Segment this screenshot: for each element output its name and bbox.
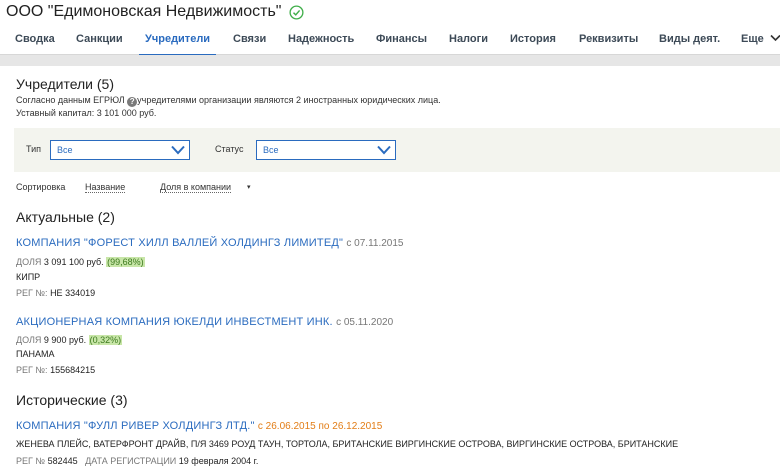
- desc-text-2: учредителями организации являются 2 инос…: [137, 95, 441, 105]
- tab-sanctions[interactable]: Санкции: [76, 26, 123, 54]
- historical-heading: Исторические (3): [16, 392, 128, 408]
- check-circle-icon: [289, 4, 305, 20]
- page-header: ООО "Едимоновская Недвижимость": [6, 2, 305, 22]
- tab-more[interactable]: Еще: [741, 26, 780, 54]
- founder-country: ПАНАМА: [16, 349, 55, 359]
- type-select[interactable]: Все: [50, 140, 190, 160]
- current-heading: Актуальные (2): [16, 209, 115, 225]
- founder-address: ЖЕНЕВА ПЛЕЙС, ВАТЕРФРОНТ ДРАЙВ, П/Я 3469…: [16, 439, 679, 449]
- founder-share: ДОЛЯ 9 900 руб. (0,32%): [16, 335, 123, 345]
- founder-name[interactable]: КОМПАНИЯ "ФУЛЛ РИВЕР ХОЛДИНГЗ ЛТД.": [16, 420, 255, 432]
- desc-text-1: Согласно данным ЕГРЮЛ: [16, 95, 125, 105]
- tab-founders[interactable]: Учредители: [138, 26, 217, 56]
- tab-bar: Сводка Санкции Учредители Связи Надежнос…: [0, 26, 780, 56]
- founders-heading: Учредители (5): [16, 76, 115, 92]
- sort-arrow-icon: ▾: [247, 184, 251, 191]
- divider-strip: [0, 55, 780, 66]
- reg-label: РЕГ №:: [16, 288, 48, 298]
- filter-box: Тип Все Статус Все: [14, 128, 780, 172]
- founder-reg: РЕГ №: 155684215: [16, 365, 95, 375]
- founder-share: ДОЛЯ 3 091 100 руб. (99,68%): [16, 257, 145, 267]
- share-value: 9 900 руб.: [43, 335, 87, 345]
- chevron-down-icon: [770, 34, 780, 42]
- share-label: ДОЛЯ: [16, 257, 42, 267]
- type-select-value: Все: [57, 145, 73, 155]
- founder-since: с 05.11.2020: [336, 317, 394, 328]
- reg-label: РЕГ №:: [16, 365, 48, 375]
- share-label: ДОЛЯ: [16, 335, 42, 345]
- share-percent: (99,68%): [106, 257, 145, 267]
- founder-name[interactable]: КОМПАНИЯ "ФОРЕСТ ХИЛЛ ВАЛЛЕЙ ХОЛДИНГЗ ЛИ…: [16, 237, 343, 249]
- tab-more-label: Еще: [741, 33, 764, 45]
- tab-history[interactable]: История: [510, 26, 556, 54]
- status-filter-label: Статус: [215, 144, 244, 154]
- chevron-down-icon: [171, 145, 185, 155]
- founder-reg: РЕГ №: НЕ 334019: [16, 288, 95, 298]
- reg-label: РЕГ №: [16, 456, 46, 466]
- founder-since: с 07.11.2015: [346, 238, 404, 249]
- founder-period: с 26.06.2015 по 26.12.2015: [257, 421, 383, 432]
- founder-link[interactable]: КОМПАНИЯ "ФУЛЛ РИВЕР ХОЛДИНГЗ ЛТД." с 26…: [16, 420, 382, 432]
- founder-name[interactable]: АКЦИОНЕРНАЯ КОМПАНИЯ ЮКЕЛДИ ИНВЕСТМЕНТ И…: [16, 316, 333, 328]
- tab-finance[interactable]: Финансы: [376, 26, 427, 54]
- status-select[interactable]: Все: [256, 140, 396, 160]
- tab-activities[interactable]: Виды деят.: [659, 26, 720, 54]
- share-value: 3 091 100 руб.: [43, 257, 104, 267]
- help-icon[interactable]: ?: [127, 97, 138, 107]
- tab-summary[interactable]: Сводка: [15, 26, 55, 54]
- founder-reg: РЕГ № 582445 ДАТА РЕГИСТРАЦИИ 19 февраля…: [16, 456, 258, 466]
- company-title: ООО "Едимоновская Недвижимость": [6, 3, 282, 20]
- tab-connections[interactable]: Связи: [233, 26, 266, 54]
- reg-value: 155684215: [50, 365, 96, 375]
- reg-value: НЕ 334019: [50, 288, 96, 298]
- founder-link[interactable]: АКЦИОНЕРНАЯ КОМПАНИЯ ЮКЕЛДИ ИНВЕСТМЕНТ И…: [16, 316, 393, 328]
- reg-date-label: ДАТА РЕГИСТРАЦИИ: [85, 456, 177, 466]
- sort-by-name[interactable]: Название: [85, 182, 126, 193]
- reg-value: 582445: [47, 456, 78, 466]
- tab-taxes[interactable]: Налоги: [449, 26, 488, 54]
- reg-date-value: 19 февраля 2004 г.: [178, 456, 259, 466]
- founders-description: Согласно данным ЕГРЮЛ ? учредителями орга…: [16, 94, 441, 119]
- share-percent: (0,32%): [88, 335, 123, 345]
- tab-reliability[interactable]: Надежность: [288, 26, 354, 54]
- status-select-value: Все: [263, 145, 279, 155]
- sort-label: Сортировка: [16, 182, 66, 192]
- founder-country: КИПР: [16, 272, 41, 282]
- capital-text: Уставный капитал: 3 101 000 руб.: [16, 108, 157, 118]
- type-filter-label: Тип: [26, 144, 42, 154]
- chevron-down-icon: [377, 145, 391, 155]
- founder-link[interactable]: КОМПАНИЯ "ФОРЕСТ ХИЛЛ ВАЛЛЕЙ ХОЛДИНГЗ ЛИ…: [16, 237, 403, 249]
- tab-requisites[interactable]: Реквизиты: [579, 26, 638, 54]
- founders-panel: Учредители (5) Согласно данным ЕГРЮЛ ? уч…: [5, 66, 780, 466]
- sort-by-share[interactable]: Доля в компании: [160, 182, 232, 193]
